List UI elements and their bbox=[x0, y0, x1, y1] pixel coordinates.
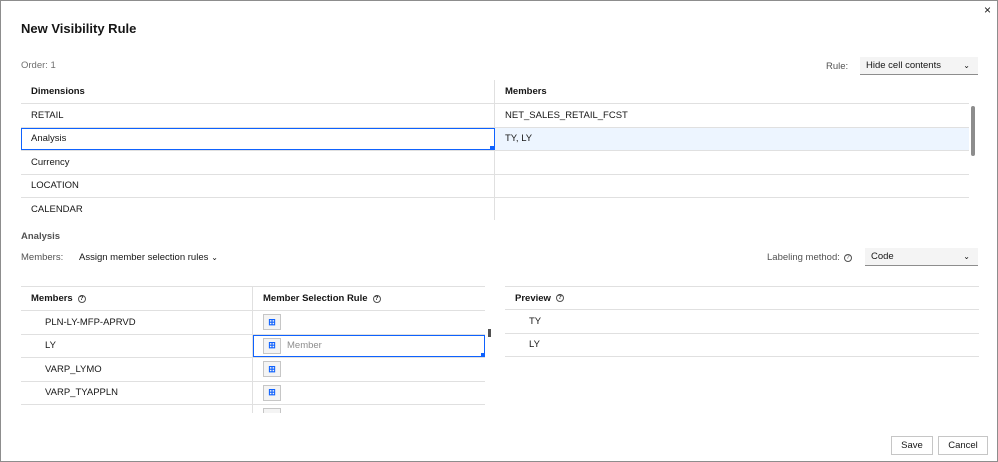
chevron-down-icon: ⌄ bbox=[963, 61, 970, 70]
table-row[interactable]: PLN-LY-MFP-APRVD ⊞ bbox=[21, 311, 485, 335]
dimension-cell-label: Analysis bbox=[31, 133, 67, 145]
member-cell[interactable]: PLN-LY-MFP-APRVD bbox=[21, 311, 253, 334]
members-mode-dropdown[interactable]: Assign member selection rules ⌄ bbox=[73, 248, 226, 266]
rule-label: Rule: bbox=[826, 61, 849, 72]
table-row[interactable]: Currency bbox=[21, 151, 969, 175]
preview-row: LY bbox=[505, 334, 979, 357]
dimensions-table: Dimensions Members RETAIL NET_SALES_RETA… bbox=[21, 80, 969, 220]
member-selection-icon[interactable]: ⊞ bbox=[263, 337, 281, 354]
section-title: Analysis bbox=[21, 231, 61, 242]
column-header-members[interactable]: Members ? bbox=[21, 287, 253, 310]
table-row[interactable]: RETAIL NET_SALES_RETAIL_FCST bbox=[21, 104, 969, 128]
dimension-cell[interactable]: LOCATION bbox=[21, 174, 495, 197]
preview-header-label: Preview bbox=[515, 292, 551, 304]
cancel-button[interactable]: Cancel bbox=[938, 436, 988, 455]
table-row[interactable]: LOCATION bbox=[21, 174, 969, 198]
member-input[interactable]: Member bbox=[287, 340, 322, 351]
members-scrollbar[interactable] bbox=[488, 329, 491, 337]
member-selection-icon[interactable]: ⊞ bbox=[263, 408, 281, 413]
help-icon[interactable]: ? bbox=[555, 294, 564, 302]
dimension-cell[interactable]: CALENDAR bbox=[21, 198, 495, 220]
labeling-method-dropdown[interactable]: Code ⌄ bbox=[865, 248, 978, 266]
members-mode-label: Members: bbox=[21, 252, 64, 263]
table-row[interactable]: CALENDAR bbox=[21, 198, 969, 220]
dimensions-scrollbar[interactable] bbox=[971, 106, 975, 156]
dimensions-table-header: Dimensions Members bbox=[21, 80, 969, 104]
member-selection-icon[interactable]: ⊞ bbox=[263, 361, 281, 378]
chevron-down-icon: ⌄ bbox=[963, 252, 970, 261]
rule-cell[interactable]: ⊞ Member bbox=[253, 334, 485, 357]
members-table: Members ? Member Selection Rule ? PLN-LY… bbox=[21, 286, 485, 413]
members-table-header: Members ? Member Selection Rule ? bbox=[21, 287, 485, 311]
order-label: Order: 1 bbox=[21, 60, 56, 71]
member-cell[interactable] bbox=[21, 405, 253, 413]
table-row[interactable]: LY ⊞ Member bbox=[21, 334, 485, 358]
rule-cell[interactable]: ⊞ bbox=[253, 382, 485, 405]
rule-cell[interactable]: ⊞ bbox=[253, 358, 485, 381]
dimension-cell[interactable]: RETAIL bbox=[21, 104, 495, 127]
table-row[interactable]: Analysis TY, LY bbox=[21, 127, 969, 151]
help-icon[interactable]: ? bbox=[843, 253, 852, 262]
table-row[interactable]: VARP_LYMO ⊞ bbox=[21, 358, 485, 382]
rule-dropdown-value: Hide cell contents bbox=[866, 60, 941, 71]
dialog-title: New Visibility Rule bbox=[21, 21, 137, 36]
table-row[interactable]: ⊞ bbox=[21, 405, 485, 413]
members-cell[interactable]: NET_SALES_RETAIL_FCST bbox=[495, 104, 969, 127]
resize-handle[interactable] bbox=[490, 146, 494, 150]
members-mode-value: Assign member selection rules bbox=[79, 251, 209, 263]
column-header-label: Members bbox=[31, 293, 73, 304]
member-selection-icon[interactable]: ⊞ bbox=[263, 314, 281, 331]
visibility-rule-dialog: × New Visibility Rule Order: 1 Rule: Hid… bbox=[0, 0, 998, 462]
rule-cell[interactable]: ⊞ bbox=[253, 405, 485, 413]
member-selection-icon[interactable]: ⊞ bbox=[263, 384, 281, 401]
column-header-label: Member Selection Rule bbox=[263, 293, 368, 304]
save-button[interactable]: Save bbox=[891, 436, 933, 455]
rule-dropdown[interactable]: Hide cell contents ⌄ bbox=[860, 57, 978, 75]
preview-header: Preview ? bbox=[505, 286, 979, 310]
close-icon[interactable]: × bbox=[984, 3, 991, 17]
table-row[interactable]: VARP_TYAPPLN ⊞ bbox=[21, 381, 485, 405]
preview-panel: Preview ? TY LY bbox=[505, 286, 979, 357]
labeling-method-label: Labeling method: ? bbox=[767, 252, 852, 263]
dimension-cell[interactable]: Currency bbox=[21, 151, 495, 174]
help-icon[interactable]: ? bbox=[77, 294, 86, 303]
column-header-dimensions[interactable]: Dimensions bbox=[21, 80, 495, 103]
labeling-method-value: Code bbox=[871, 251, 894, 262]
dimension-cell[interactable]: Analysis bbox=[21, 127, 495, 150]
chevron-down-icon: ⌄ bbox=[211, 252, 218, 262]
members-cell[interactable] bbox=[495, 198, 969, 220]
rule-cell[interactable]: ⊞ bbox=[253, 311, 485, 334]
members-cell[interactable] bbox=[495, 151, 969, 174]
members-cell[interactable] bbox=[495, 175, 969, 198]
help-icon[interactable]: ? bbox=[372, 294, 381, 303]
member-cell[interactable]: LY bbox=[21, 334, 253, 357]
preview-row: TY bbox=[505, 310, 979, 334]
member-cell[interactable]: VARP_TYAPPLN bbox=[21, 381, 253, 404]
labeling-method-text: Labeling method: bbox=[767, 252, 840, 263]
column-header-member-selection-rule[interactable]: Member Selection Rule ? bbox=[253, 287, 485, 310]
member-cell[interactable]: VARP_LYMO bbox=[21, 358, 253, 381]
members-cell[interactable]: TY, LY bbox=[495, 127, 969, 150]
resize-handle[interactable] bbox=[481, 353, 485, 357]
column-header-members[interactable]: Members bbox=[495, 80, 969, 103]
